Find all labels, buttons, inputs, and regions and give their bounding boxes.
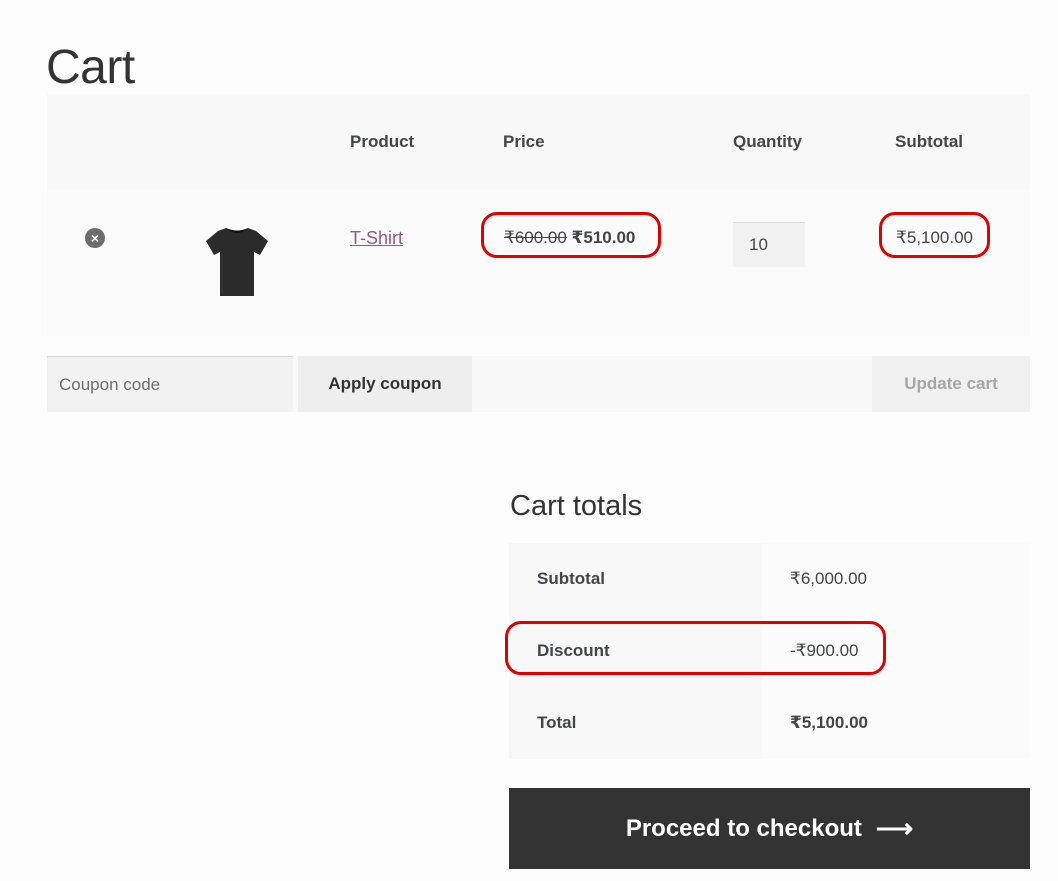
totals-value-total: ₹5,100.00	[762, 687, 1030, 759]
totals-value-text: -₹900.00	[790, 641, 859, 660]
column-header-product: Product	[350, 132, 415, 151]
regular-price: ₹600.00	[504, 228, 567, 247]
tshirt-thumbnail[interactable]	[204, 224, 270, 300]
update-cart-button[interactable]: Update cart	[872, 356, 1030, 412]
totals-value-discount: -₹900.00	[762, 615, 1030, 687]
quantity-input[interactable]	[733, 222, 805, 267]
remove-item-icon[interactable]: ×	[85, 228, 105, 248]
product-link-tshirt[interactable]: T-Shirt	[350, 228, 403, 249]
cart-item-row	[47, 190, 1030, 336]
totals-value-text: ₹5,100.00	[790, 713, 869, 732]
proceed-to-checkout-button[interactable]: Proceed to checkout ⟶	[509, 788, 1030, 869]
totals-label-text: Total	[537, 713, 577, 732]
totals-label-discount: Discount	[509, 615, 762, 687]
totals-label-text: Discount	[537, 641, 610, 660]
column-header-price: Price	[503, 132, 545, 151]
page-title: Cart	[46, 41, 135, 95]
cart-totals-title: Cart totals	[510, 490, 643, 522]
column-header-quantity: Quantity	[733, 132, 802, 151]
coupon-code-input[interactable]	[47, 356, 293, 412]
item-subtotal: ₹5,100.00	[896, 228, 973, 247]
item-price: ₹600.00 ₹510.00	[504, 228, 635, 248]
totals-value-subtotal: ₹6,000.00	[762, 543, 1030, 615]
totals-label-subtotal: Subtotal	[509, 543, 762, 615]
sale-price: ₹510.00	[571, 228, 636, 247]
totals-label-total: Total	[509, 687, 762, 759]
totals-label-text: Subtotal	[537, 569, 605, 588]
arrow-right-icon: ⟶	[875, 813, 914, 843]
column-header-subtotal: Subtotal	[895, 132, 963, 151]
apply-coupon-button[interactable]: Apply coupon	[298, 356, 472, 412]
totals-value-text: ₹6,000.00	[790, 569, 867, 588]
checkout-label: Proceed to checkout	[625, 814, 862, 842]
